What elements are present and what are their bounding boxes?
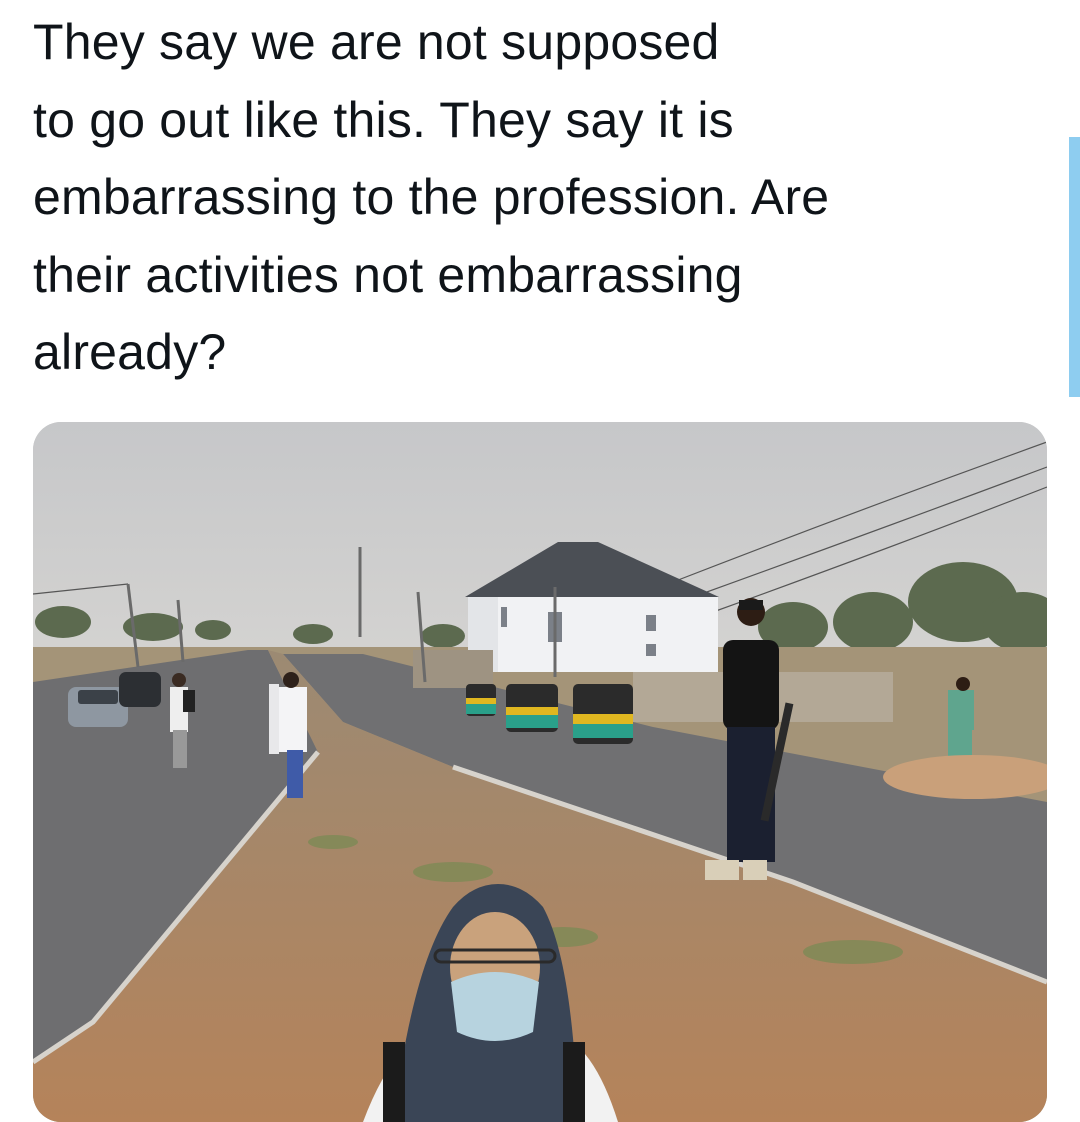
scroll-indicator[interactable]	[1069, 137, 1080, 397]
tweet-text: They say we are not supposed to go out l…	[33, 14, 830, 380]
tricycle	[506, 684, 558, 732]
tricycle	[466, 684, 496, 716]
tricycle	[573, 684, 633, 744]
photo-scene	[33, 422, 1047, 1122]
tweet-photo[interactable]	[33, 422, 1047, 1122]
car	[119, 672, 161, 707]
